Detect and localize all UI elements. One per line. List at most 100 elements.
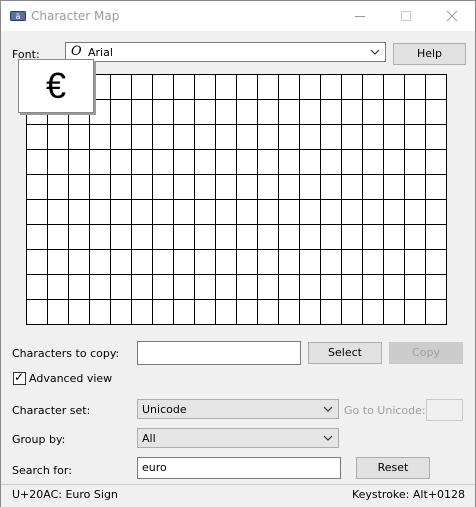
character-cell[interactable] [405,275,426,300]
character-cell[interactable] [426,175,447,200]
character-cell[interactable] [111,125,132,150]
character-cell[interactable] [153,125,174,150]
character-cell[interactable] [111,75,132,100]
character-cell[interactable] [174,100,195,125]
character-cell[interactable] [426,150,447,175]
character-cell[interactable] [132,275,153,300]
character-cell[interactable] [216,75,237,100]
character-cell[interactable] [426,275,447,300]
character-cell[interactable] [279,250,300,275]
character-cell[interactable] [153,175,174,200]
character-cell[interactable] [321,75,342,100]
character-cell[interactable] [111,150,132,175]
character-cell[interactable] [363,75,384,100]
character-cell[interactable] [48,275,69,300]
character-cell[interactable] [195,75,216,100]
character-cell[interactable] [195,100,216,125]
character-cell[interactable] [279,300,300,325]
character-cell[interactable] [90,175,111,200]
character-cell[interactable] [216,175,237,200]
character-cell[interactable] [300,200,321,225]
character-cell[interactable] [237,175,258,200]
character-cell[interactable] [258,150,279,175]
character-cell[interactable] [342,150,363,175]
character-cell[interactable] [111,225,132,250]
character-cell[interactable] [216,200,237,225]
character-cell[interactable] [195,125,216,150]
character-cell[interactable] [321,225,342,250]
character-cell[interactable] [69,125,90,150]
character-cell[interactable] [111,250,132,275]
maximize-button[interactable] [383,1,429,31]
character-cell[interactable] [195,150,216,175]
character-cell[interactable] [258,200,279,225]
character-cell[interactable] [279,225,300,250]
character-cell[interactable] [300,125,321,150]
character-cell[interactable] [111,200,132,225]
character-cell[interactable] [321,175,342,200]
character-cell[interactable] [426,250,447,275]
character-cell[interactable] [363,125,384,150]
character-cell[interactable] [216,300,237,325]
character-cell[interactable] [48,225,69,250]
character-cell[interactable] [174,275,195,300]
character-cell[interactable] [48,300,69,325]
character-cell[interactable] [405,175,426,200]
advanced-view-checkbox[interactable]: ✓ [13,370,26,385]
character-cell[interactable] [90,225,111,250]
character-cell[interactable] [321,200,342,225]
character-cell[interactable] [279,200,300,225]
character-cell[interactable] [27,125,48,150]
character-cell[interactable] [69,150,90,175]
character-cell[interactable] [258,175,279,200]
character-cell[interactable] [384,300,405,325]
character-cell[interactable] [258,300,279,325]
character-cell[interactable] [237,200,258,225]
character-cell[interactable] [111,275,132,300]
character-cell[interactable] [111,175,132,200]
advanced-view-label[interactable]: Advanced view [29,372,112,385]
character-cell[interactable] [342,275,363,300]
character-cell[interactable] [27,225,48,250]
character-cell[interactable] [216,250,237,275]
character-cell[interactable] [69,175,90,200]
character-cell[interactable] [321,125,342,150]
character-cell[interactable] [27,175,48,200]
character-cell[interactable] [174,300,195,325]
character-cell[interactable] [342,300,363,325]
character-cell[interactable] [132,225,153,250]
character-cell[interactable] [153,75,174,100]
character-cell[interactable] [48,125,69,150]
character-cell[interactable] [69,225,90,250]
character-cell[interactable] [405,100,426,125]
character-cell[interactable] [237,300,258,325]
character-cell[interactable] [195,200,216,225]
character-cell[interactable] [258,225,279,250]
character-cell[interactable] [384,200,405,225]
character-cell[interactable] [69,275,90,300]
character-cell[interactable] [426,100,447,125]
character-cell[interactable] [174,175,195,200]
character-cell[interactable] [153,275,174,300]
character-cell[interactable] [342,250,363,275]
character-cell[interactable] [216,100,237,125]
go-to-unicode-input[interactable] [426,399,463,421]
character-cell[interactable] [300,175,321,200]
character-cell[interactable] [153,200,174,225]
character-cell[interactable] [300,275,321,300]
character-cell[interactable] [48,250,69,275]
character-cell[interactable] [153,300,174,325]
character-cell[interactable] [300,100,321,125]
character-cell[interactable] [174,250,195,275]
character-cell[interactable] [27,300,48,325]
character-cell[interactable] [300,300,321,325]
character-cell[interactable] [216,125,237,150]
character-cell[interactable] [111,100,132,125]
character-cell[interactable] [342,75,363,100]
character-cell[interactable] [174,200,195,225]
character-cell[interactable] [237,250,258,275]
font-dropdown[interactable]: O Arial [65,42,386,62]
character-cell[interactable] [300,250,321,275]
reset-button[interactable]: Reset [356,457,430,479]
character-cell[interactable] [384,175,405,200]
